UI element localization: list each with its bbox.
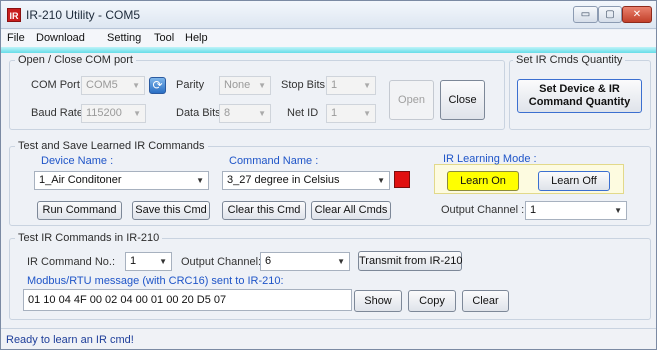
chevron-down-icon: ▼ (258, 109, 266, 118)
parity-value: None (224, 79, 251, 91)
chevron-down-icon: ▼ (337, 257, 345, 266)
menu-help[interactable]: Help (185, 32, 208, 44)
chevron-down-icon: ▼ (133, 109, 141, 118)
net-id-select[interactable]: 1 ▼ (326, 104, 376, 123)
test-output-channel-label: Output Channel: (181, 256, 262, 268)
com-port-group-title: Open / Close COM port (15, 54, 136, 66)
modbus-label: Modbus/RTU message (with CRC16) sent to … (27, 275, 284, 287)
net-id-label: Net ID (287, 107, 319, 119)
ir-command-no-value: 1 (130, 255, 137, 267)
device-name-value: 1_Air Conditoner (39, 174, 122, 186)
set-quantity-line1: Set Device & IR (539, 83, 620, 95)
baud-rate-select[interactable]: 115200 ▼ (81, 104, 146, 123)
set-quantity-button[interactable]: Set Device & IR Command Quantity (517, 79, 642, 113)
title-bar: IR IR-210 Utility - COM5 ▭ ▢ ✕ (1, 1, 656, 29)
chevron-down-icon: ▼ (377, 176, 385, 185)
learn-off-button[interactable]: Learn Off (538, 171, 610, 191)
ir-command-no-label: IR Command No.: (27, 256, 116, 268)
minimize-button[interactable]: ▭ (573, 6, 598, 23)
stop-bits-select[interactable]: 1 ▼ (326, 76, 376, 95)
test-output-channel-value: 6 (265, 255, 272, 267)
set-quantity-line2: Command Quantity (528, 96, 631, 108)
baud-rate-value: 115200 (86, 107, 122, 119)
status-indicator (394, 171, 410, 188)
learn-output-channel-value: 1 (530, 204, 537, 216)
chevron-down-icon: ▼ (196, 176, 204, 185)
chevron-down-icon: ▼ (614, 206, 622, 215)
chevron-down-icon: ▼ (363, 81, 371, 90)
menu-tool[interactable]: Tool (154, 32, 174, 44)
run-command-button[interactable]: Run Command (37, 201, 122, 220)
chevron-down-icon: ▼ (258, 81, 266, 90)
copy-button[interactable]: Copy (408, 290, 456, 312)
device-name-label: Device Name : (41, 155, 114, 167)
parity-label: Parity (176, 79, 205, 91)
data-bits-label: Data Bits (176, 107, 221, 119)
window-title: IR-210 Utility - COM5 (26, 8, 141, 22)
parity-select[interactable]: None ▼ (219, 76, 271, 95)
command-name-value: 3_27 degree in Celsius (227, 174, 340, 186)
menu-file[interactable]: File (7, 32, 25, 44)
command-name-select[interactable]: 3_27 degree in Celsius ▼ (222, 171, 390, 190)
learning-mode-label: IR Learning Mode : (443, 153, 537, 165)
learn-output-channel-label: Output Channel : (441, 204, 525, 216)
ir-command-no-select[interactable]: 1 ▼ (125, 252, 172, 271)
data-bits-select[interactable]: 8 ▼ (219, 104, 271, 123)
transmit-button[interactable]: Transmit from IR-210 (358, 251, 463, 271)
clear-all-cmds-button[interactable]: Clear All Cmds (311, 201, 391, 220)
menu-setting[interactable]: Setting (107, 32, 141, 44)
chevron-down-icon: ▼ (132, 81, 140, 90)
com-port-label: COM Port (31, 79, 80, 91)
accent-bar (1, 47, 656, 53)
learn-on-button[interactable]: Learn On (447, 171, 519, 191)
close-window-button[interactable]: ✕ (622, 6, 652, 23)
status-text: Ready to learn an IR cmd! (6, 334, 134, 346)
command-name-label: Command Name : (229, 155, 319, 167)
data-bits-value: 8 (224, 107, 231, 119)
app-window: IR IR-210 Utility - COM5 ▭ ▢ ✕ File Down… (0, 0, 657, 350)
clear-button[interactable]: Clear (462, 290, 509, 312)
test-output-channel-select[interactable]: 6 ▼ (260, 252, 350, 271)
learn-output-channel-select[interactable]: 1 ▼ (525, 201, 627, 220)
chevron-down-icon: ▼ (363, 109, 371, 118)
com-port-value: COM5 (86, 79, 118, 91)
chevron-down-icon: ▼ (159, 257, 167, 266)
stop-bits-label: Stop Bits (281, 79, 326, 91)
clear-cmd-button[interactable]: Clear this Cmd (222, 201, 306, 220)
stop-bits-value: 1 (331, 79, 338, 91)
menu-bar: File Download Setting Tool Help (1, 30, 656, 47)
show-button[interactable]: Show (354, 290, 402, 312)
close-port-button[interactable]: Close (440, 80, 485, 120)
device-name-select[interactable]: 1_Air Conditoner ▼ (34, 171, 209, 190)
modbus-message-field[interactable]: 01 10 04 4F 00 02 04 00 01 00 20 D5 07 (23, 289, 352, 311)
net-id-value: 1 (331, 107, 338, 119)
baud-rate-label: Baud Rate (31, 107, 83, 119)
test-group-title: Test IR Commands in IR-210 (15, 232, 163, 244)
save-cmd-button[interactable]: Save this Cmd (132, 201, 210, 220)
quantity-group-title: Set IR Cmds Quantity (513, 54, 626, 66)
app-icon: IR (7, 8, 21, 22)
maximize-button[interactable]: ▢ (598, 6, 622, 23)
status-bar: Ready to learn an IR cmd! (1, 328, 656, 349)
refresh-icon[interactable]: ⟳ (149, 77, 166, 94)
com-port-select[interactable]: COM5 ▼ (81, 76, 145, 95)
open-port-button[interactable]: Open (389, 80, 434, 120)
learn-group-title: Test and Save Learned IR Commands (15, 140, 208, 152)
menu-download[interactable]: Download (36, 32, 85, 44)
